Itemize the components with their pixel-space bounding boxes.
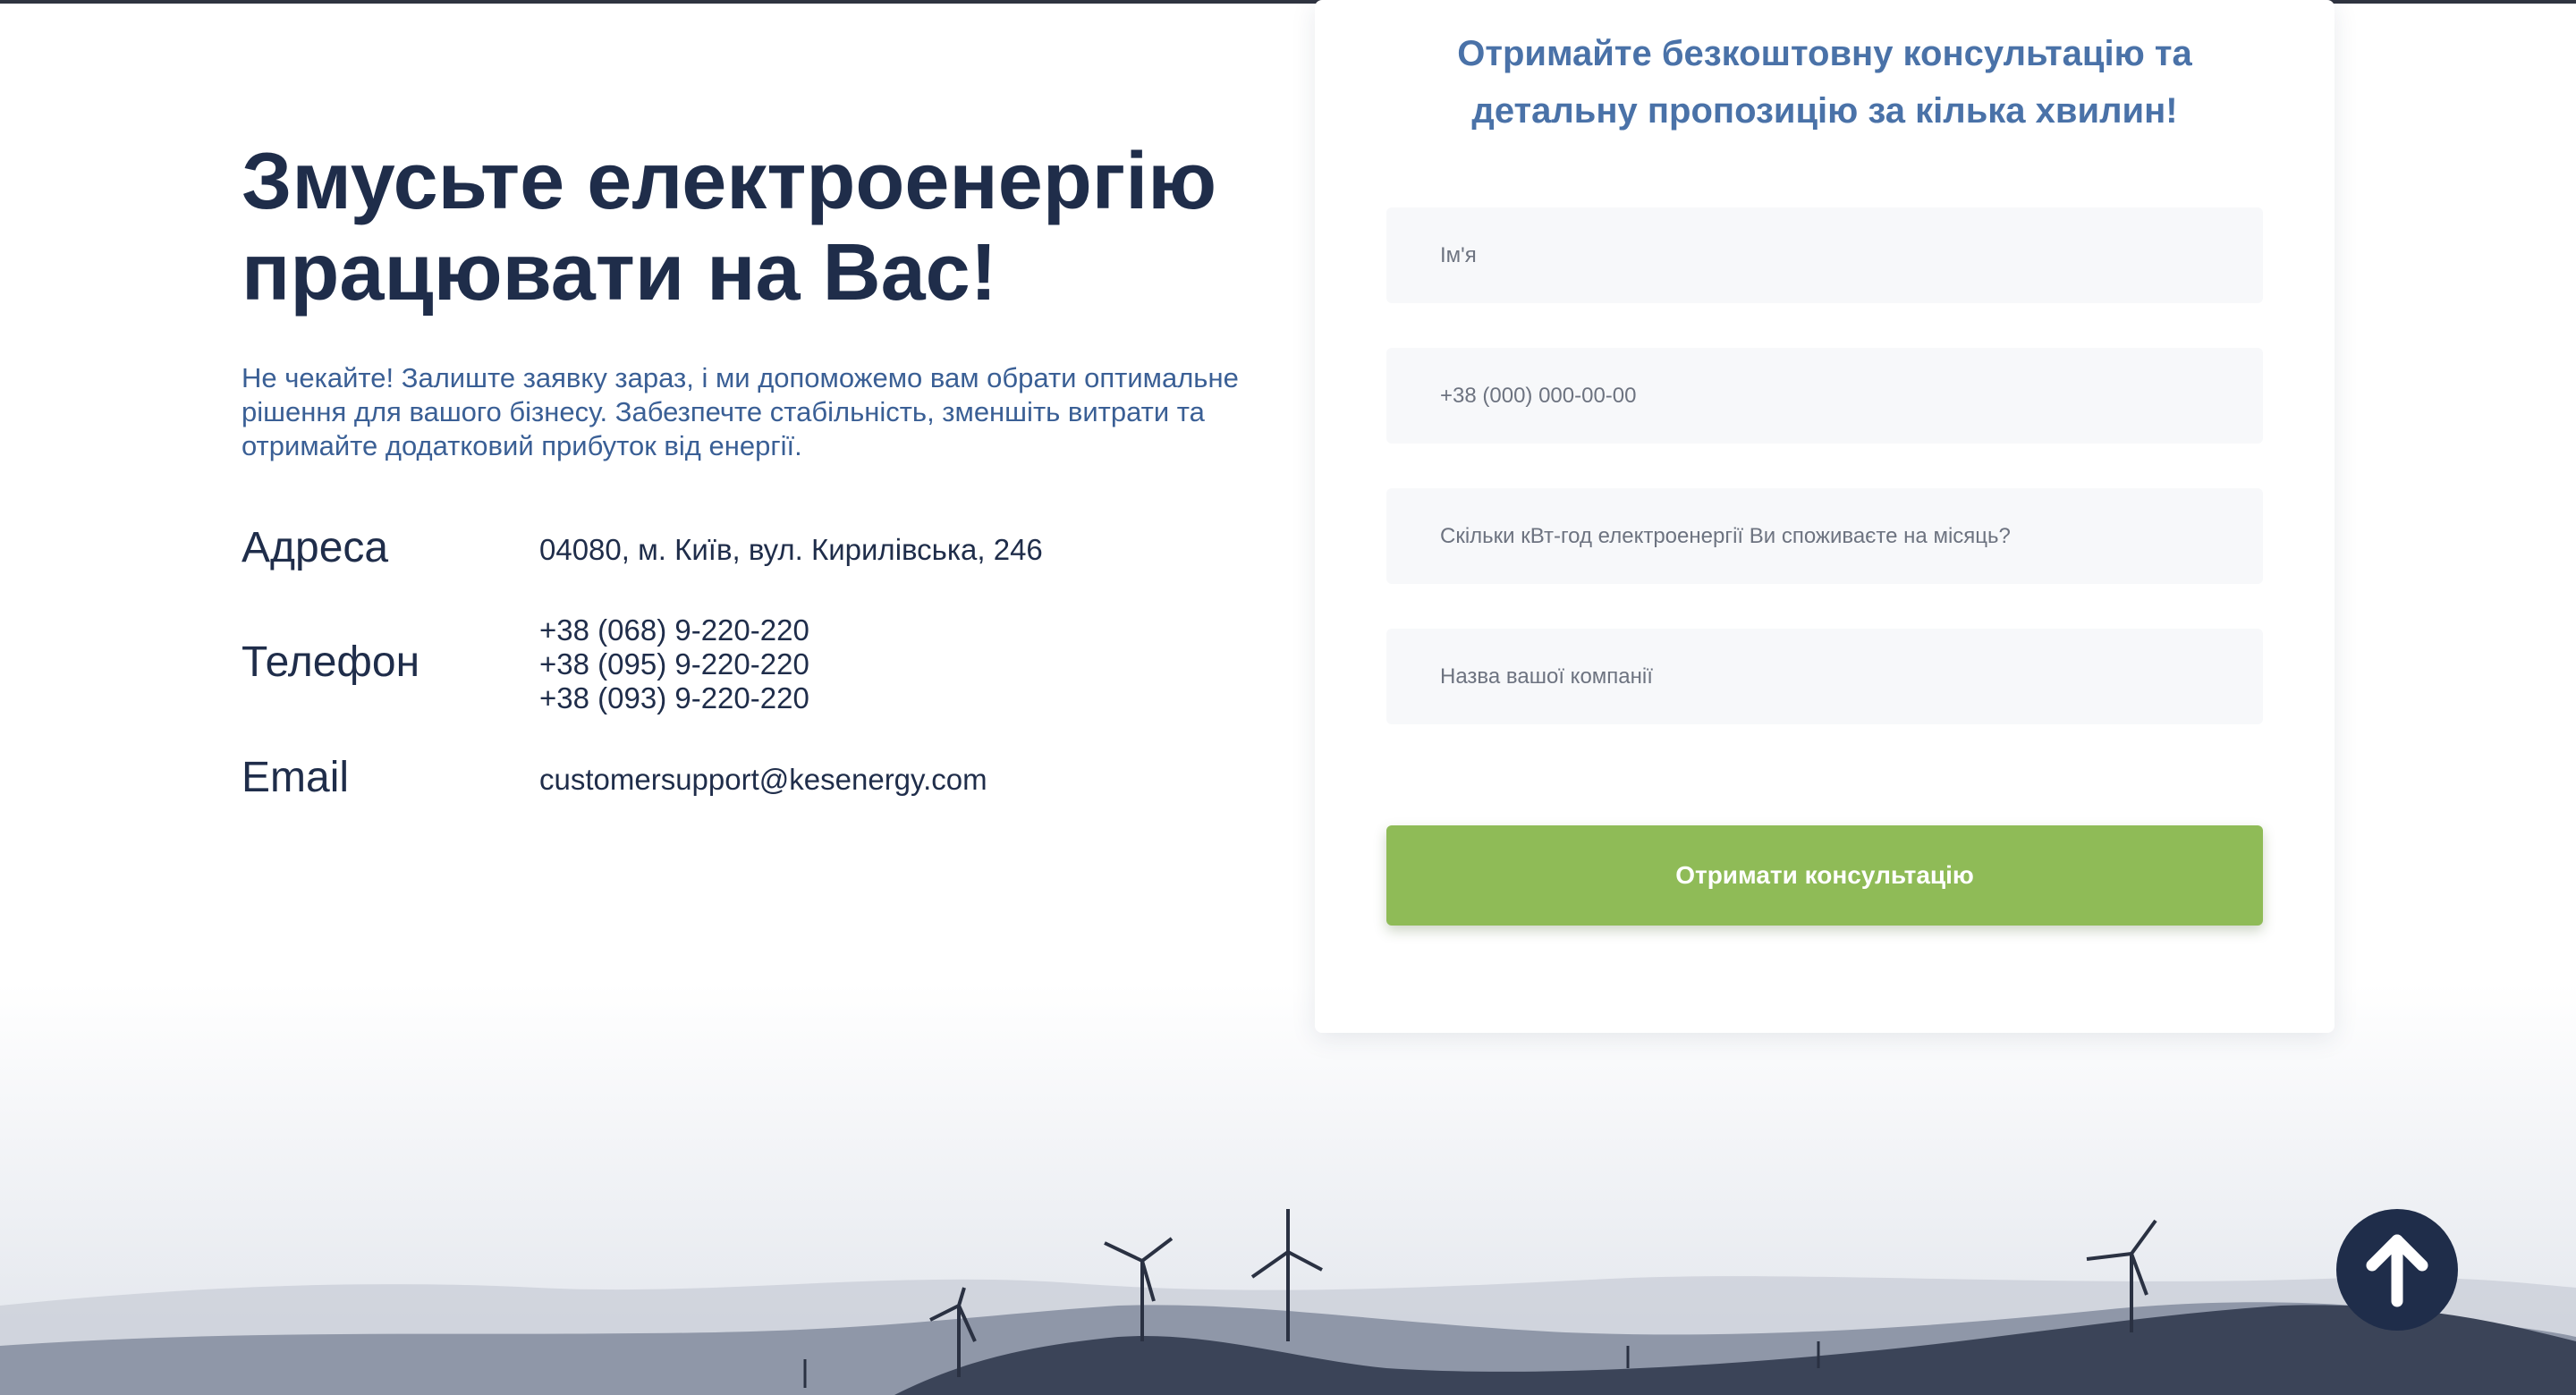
consumption-input[interactable] bbox=[1386, 488, 2263, 584]
consultation-form-card: Отримайте безкоштовну консультацію та де… bbox=[1315, 0, 2334, 1033]
name-input[interactable] bbox=[1386, 207, 2263, 303]
email-link[interactable]: customersupport@kesenergy.com bbox=[539, 763, 987, 797]
form-title-line1: Отримайте безкоштовну консультацію та bbox=[1457, 34, 2192, 73]
arrow-up-icon bbox=[2366, 1234, 2428, 1307]
phone-label: Телефон bbox=[242, 638, 420, 686]
phone-input[interactable] bbox=[1386, 348, 2263, 444]
hero-title-line1: Змусьте електроенергію bbox=[242, 137, 1217, 226]
wind-farm-landscape bbox=[0, 1209, 2576, 1395]
phone-link[interactable]: +38 (093) 9-220-220 bbox=[539, 681, 809, 715]
phone-list: +38 (068) 9-220-220 +38 (095) 9-220-220 … bbox=[539, 613, 809, 715]
address-value: 04080, м. Київ, вул. Кирилівська, 246 bbox=[539, 533, 1043, 566]
phone-link[interactable]: +38 (095) 9-220-220 bbox=[539, 647, 809, 681]
hero-title: Змусьте електроенергію працювати на Вас! bbox=[242, 136, 1297, 318]
address-label: Адреса bbox=[242, 524, 389, 571]
form-title: Отримайте безкоштовну консультацію та де… bbox=[1351, 25, 2299, 140]
phone-link[interactable]: +38 (068) 9-220-220 bbox=[539, 613, 809, 647]
get-consultation-button[interactable]: Отримати консультацію bbox=[1386, 825, 2263, 926]
scroll-to-top-button[interactable] bbox=[2336, 1209, 2458, 1331]
form-title-line2: детальну пропозицію за кілька хвилин! bbox=[1471, 91, 2178, 131]
company-input[interactable] bbox=[1386, 629, 2263, 724]
hero-title-line2: працювати на Вас! bbox=[242, 228, 997, 317]
email-label: Email bbox=[242, 754, 350, 801]
hero-description: Не чекайте! Залиште заявку зараз, і ми д… bbox=[242, 362, 1239, 461]
